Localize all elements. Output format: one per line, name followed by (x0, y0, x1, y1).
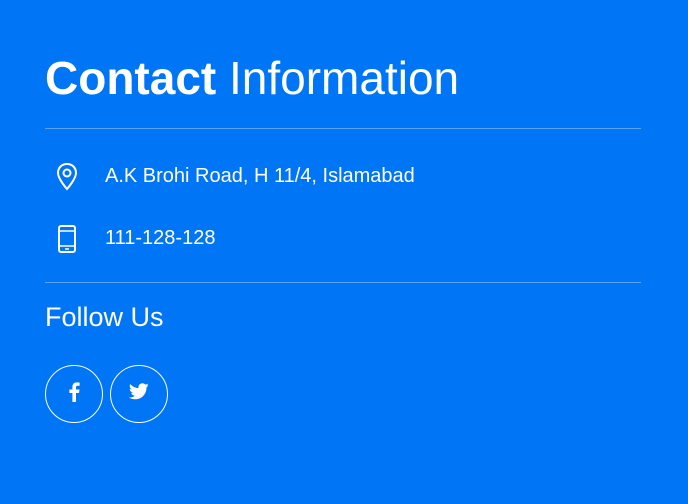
follow-us-heading: Follow Us (45, 302, 164, 332)
address-text: A.K Brohi Road, H 11/4, Islamabad (105, 165, 415, 187)
page-title: Contact Information (45, 52, 459, 104)
phone-text: 111-128-128 (105, 227, 216, 249)
facebook-button[interactable] (45, 365, 103, 423)
address-row: A.K Brohi Road, H 11/4, Islamabad (45, 160, 641, 192)
twitter-button[interactable] (110, 365, 168, 423)
title-rest: Information (229, 52, 460, 104)
facebook-icon (67, 381, 81, 407)
title-bold: Contact (45, 52, 217, 104)
divider-bottom (45, 282, 641, 283)
twitter-icon (128, 383, 149, 405)
mobile-phone-icon (55, 224, 79, 254)
location-pin-icon (55, 162, 79, 192)
divider-top (45, 128, 641, 129)
phone-row: 111-128-128 (45, 222, 641, 254)
